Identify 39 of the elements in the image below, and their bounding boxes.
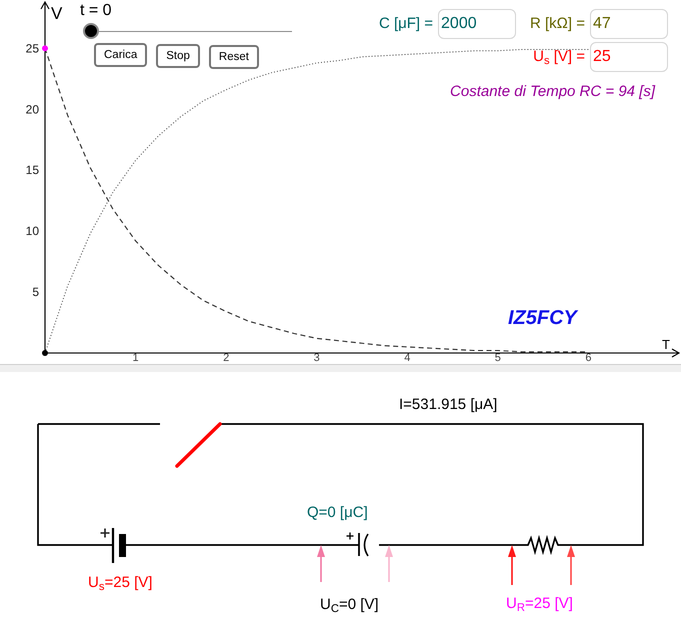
charge-button[interactable]: Carica <box>94 43 148 67</box>
field-label: U$_{s}$ [V] = <box>533 48 585 66</box>
switch-lever[interactable] <box>175 422 222 468</box>
tick-label: 6 <box>585 352 592 364</box>
tick-label: 25 <box>26 41 39 56</box>
author-label: IZ5FCY <box>508 306 577 330</box>
tick-label: 20 <box>26 102 39 116</box>
tick-label: 4 <box>404 352 410 364</box>
current-label: I=531.915 [μA] <box>399 396 498 414</box>
tick-label: 3 <box>314 352 320 364</box>
charge-label: Q=0 [μC] <box>307 504 368 522</box>
input-field[interactable]: 25 <box>590 42 668 72</box>
tick-label: 5 <box>494 352 501 364</box>
axis-label: V <box>51 4 62 23</box>
time-constant-text: Costante di Tempo RC = 94 [s] <box>450 83 655 101</box>
field-label: C [μF] = <box>378 15 434 33</box>
tick-label: 5 <box>32 285 39 300</box>
axis-label: T <box>662 337 670 352</box>
slider-label: t = 0 <box>80 1 112 21</box>
slider-thumb[interactable] <box>83 23 99 39</box>
field-label: R [kΩ] = <box>530 15 585 33</box>
input-field[interactable]: 2000 <box>438 9 516 39</box>
resistor-icon <box>522 534 563 556</box>
up-arrow <box>567 545 575 585</box>
voltage-label: U$_{R}$=25 [V] <box>506 595 573 613</box>
up-arrow <box>385 545 393 582</box>
tick-label: 15 <box>26 163 39 178</box>
voltage-label: U$_{s}$=25 [V] <box>88 574 152 592</box>
reset-button[interactable]: Reset <box>208 45 259 69</box>
input-field[interactable]: 47 <box>590 9 668 39</box>
tick-label: 2 <box>223 352 230 364</box>
stop-button[interactable]: Stop <box>156 44 200 68</box>
up-arrow <box>317 545 325 582</box>
up-arrow <box>508 545 516 585</box>
tick-label: 1 <box>132 352 139 364</box>
battery-icon <box>100 528 126 563</box>
voltage-label: U$_{C}$=0 [V] <box>320 596 379 614</box>
capacitor-icon <box>346 532 369 556</box>
tick-label: 10 <box>26 224 39 238</box>
